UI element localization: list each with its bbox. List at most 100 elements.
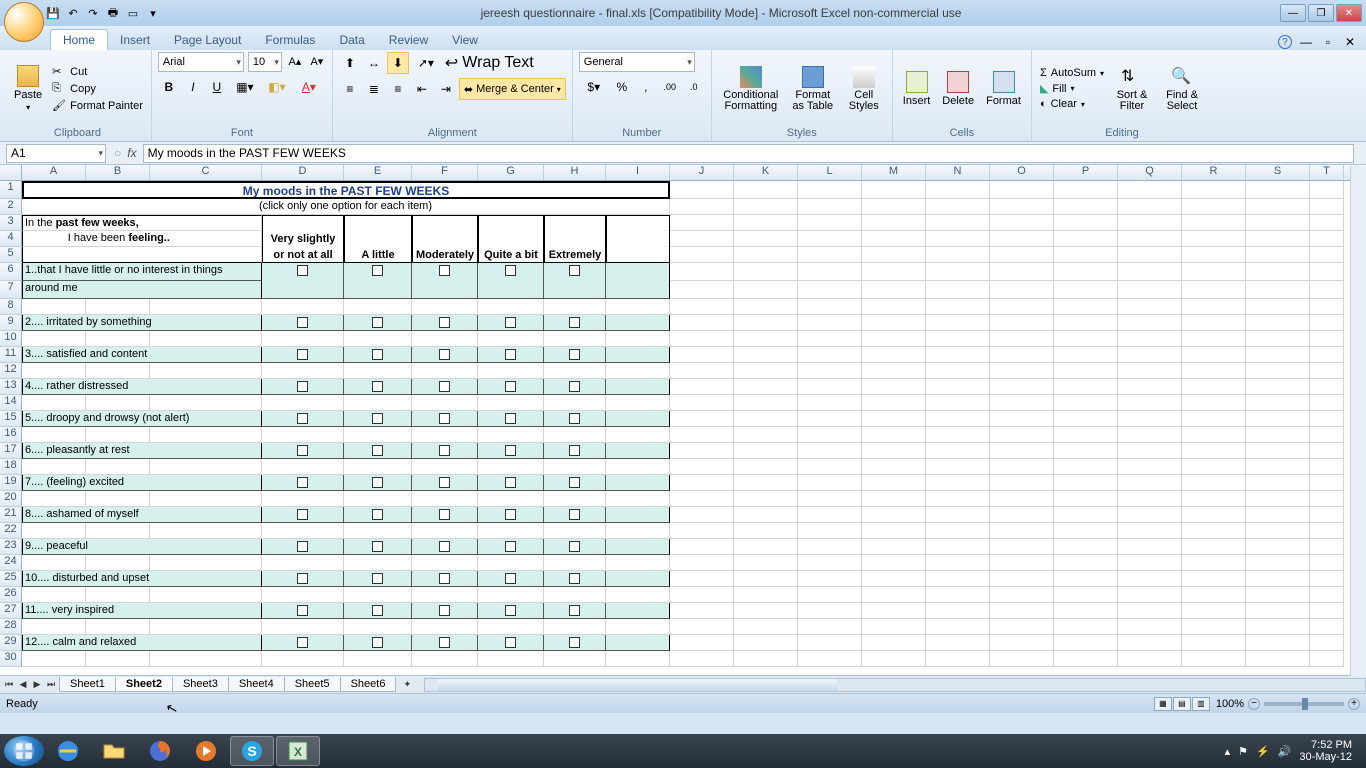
cell[interactable] xyxy=(862,363,926,379)
cell[interactable] xyxy=(734,363,798,379)
cell[interactable] xyxy=(344,475,412,491)
cell[interactable] xyxy=(670,315,734,331)
cell[interactable] xyxy=(1118,411,1182,427)
checkbox[interactable] xyxy=(372,637,383,648)
horizontal-scrollbar[interactable] xyxy=(424,678,1366,692)
cell[interactable] xyxy=(990,491,1054,507)
column-header[interactable]: L xyxy=(798,165,862,180)
cell[interactable] xyxy=(1246,475,1310,491)
cell[interactable] xyxy=(862,379,926,395)
cell[interactable] xyxy=(1246,587,1310,603)
grid[interactable]: My moods in the PAST FEW WEEKS(click onl… xyxy=(22,181,1344,667)
cell[interactable] xyxy=(262,491,344,507)
checkbox[interactable] xyxy=(439,349,450,360)
cell[interactable] xyxy=(606,331,670,347)
row-header[interactable]: 28 xyxy=(0,619,22,635)
cell[interactable] xyxy=(412,263,478,281)
cell[interactable] xyxy=(670,619,734,635)
tab-home[interactable]: Home xyxy=(50,29,108,50)
autosum-button[interactable]: ΣAutoSum▾ xyxy=(1038,66,1106,80)
cell[interactable] xyxy=(1054,539,1118,555)
cell[interactable] xyxy=(412,315,478,331)
cell[interactable] xyxy=(734,475,798,491)
checkbox[interactable] xyxy=(569,573,580,584)
cell[interactable]: 7.... (feeling) excited xyxy=(22,475,262,491)
checkbox[interactable] xyxy=(372,349,383,360)
cell[interactable] xyxy=(862,571,926,587)
cell[interactable] xyxy=(990,555,1054,571)
cell[interactable] xyxy=(344,263,412,281)
cell[interactable] xyxy=(1054,215,1118,231)
cell[interactable] xyxy=(862,263,926,281)
cell[interactable] xyxy=(1054,263,1118,281)
cell[interactable] xyxy=(344,231,412,247)
cell[interactable] xyxy=(670,263,734,281)
checkbox[interactable] xyxy=(439,445,450,456)
cell[interactable] xyxy=(1182,247,1246,263)
checkbox[interactable] xyxy=(439,509,450,520)
cell[interactable] xyxy=(1310,523,1344,539)
cell[interactable] xyxy=(544,619,606,635)
cell[interactable] xyxy=(262,571,344,587)
cell[interactable] xyxy=(862,315,926,331)
cell[interactable] xyxy=(990,247,1054,263)
cell[interactable] xyxy=(734,281,798,299)
cell[interactable] xyxy=(606,247,670,263)
checkbox[interactable] xyxy=(297,605,308,616)
checkbox[interactable] xyxy=(569,637,580,648)
cell[interactable] xyxy=(798,427,862,443)
cell[interactable] xyxy=(262,263,344,281)
cell[interactable] xyxy=(262,507,344,523)
align-top-button[interactable]: ⬆ xyxy=(339,52,361,74)
cell[interactable] xyxy=(926,347,990,363)
cell[interactable]: Quite a bit xyxy=(478,247,544,263)
prev-sheet-button[interactable]: ◀ xyxy=(16,678,30,692)
cell[interactable] xyxy=(544,427,606,443)
row-header[interactable]: 17 xyxy=(0,443,22,459)
cell[interactable] xyxy=(1182,231,1246,247)
font-size-combo[interactable]: 10 xyxy=(248,52,282,72)
checkbox[interactable] xyxy=(505,413,516,424)
checkbox[interactable] xyxy=(297,265,308,276)
row-header[interactable]: 30 xyxy=(0,651,22,667)
cell[interactable]: Extremely xyxy=(544,247,606,263)
cell[interactable] xyxy=(412,443,478,459)
cell[interactable] xyxy=(1182,181,1246,199)
cell[interactable] xyxy=(606,215,670,231)
cell[interactable] xyxy=(798,331,862,347)
cell[interactable] xyxy=(262,475,344,491)
cell[interactable] xyxy=(544,555,606,571)
cell[interactable] xyxy=(1246,263,1310,281)
checkbox[interactable] xyxy=(297,317,308,328)
new-icon[interactable]: ▭ xyxy=(124,4,142,22)
cell[interactable]: 9.... peaceful xyxy=(22,539,262,555)
cell[interactable] xyxy=(412,587,478,603)
cell[interactable] xyxy=(670,215,734,231)
cell[interactable] xyxy=(1054,411,1118,427)
ribbon-restore-icon[interactable]: ▫ xyxy=(1320,34,1336,50)
cell[interactable] xyxy=(734,587,798,603)
cell[interactable] xyxy=(990,347,1054,363)
sheet-tab[interactable]: Sheet4 xyxy=(228,677,285,692)
cell[interactable] xyxy=(798,181,862,199)
checkbox[interactable] xyxy=(505,265,516,276)
cell[interactable] xyxy=(926,619,990,635)
close-button[interactable]: ✕ xyxy=(1336,4,1362,22)
sheet-tab[interactable]: Sheet2 xyxy=(115,677,173,692)
cell[interactable] xyxy=(544,215,606,231)
cell[interactable] xyxy=(1310,539,1344,555)
cell[interactable] xyxy=(344,635,412,651)
cell[interactable] xyxy=(990,619,1054,635)
cell[interactable] xyxy=(412,539,478,555)
cell[interactable] xyxy=(86,491,150,507)
cell[interactable] xyxy=(1182,427,1246,443)
cell[interactable] xyxy=(544,231,606,247)
cell[interactable]: or not at all xyxy=(262,247,344,263)
cell[interactable] xyxy=(1054,475,1118,491)
cell[interactable] xyxy=(1118,231,1182,247)
cell[interactable] xyxy=(798,263,862,281)
cell[interactable] xyxy=(344,539,412,555)
formula-input[interactable]: My moods in the PAST FEW WEEKS xyxy=(143,144,1354,163)
cell[interactable] xyxy=(412,571,478,587)
cell[interactable] xyxy=(990,443,1054,459)
